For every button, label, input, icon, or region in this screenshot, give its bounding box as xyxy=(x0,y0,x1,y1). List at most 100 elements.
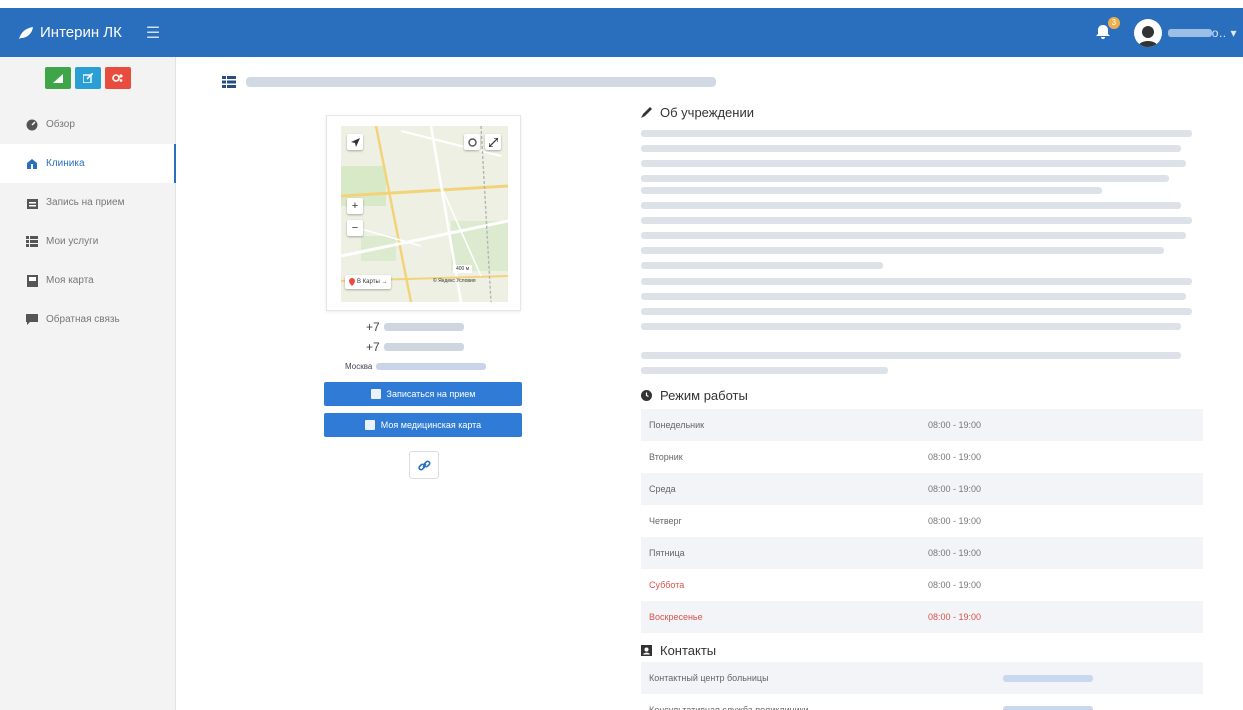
schedule-day: Суббота xyxy=(649,580,685,590)
notifications-badge: 3 xyxy=(1107,16,1120,29)
schedule-table: Понедельник 08:00 - 19:00 Вторник 08:00 - … xyxy=(641,409,1203,633)
open-in-yandex-button[interactable]: В Карты → xyxy=(345,275,392,289)
brand[interactable]: Интерин ЛК ☰ xyxy=(0,8,175,57)
contact-label: Контактный центр больницы xyxy=(649,673,769,683)
settings-button[interactable] xyxy=(104,67,131,89)
sidebar-item-label: Обратная связь xyxy=(46,314,120,325)
about-text-redacted xyxy=(641,130,1203,190)
schedule-time: 08:00 - 19:00 xyxy=(928,612,982,622)
top-navbar: Интерин ЛК ☰ 3 о.. ▾ xyxy=(0,8,1243,57)
zoom-in-label: + xyxy=(351,200,359,212)
about-heading-label: Об учреждении xyxy=(660,105,754,120)
user-menu[interactable]: о.. ▾ xyxy=(1167,25,1237,40)
map-scale: 400 м xyxy=(453,265,473,273)
quick-actions xyxy=(0,67,175,89)
traffic-icon xyxy=(467,137,477,147)
open-in-yandex-label: В Карты → xyxy=(357,279,388,285)
notifications-button[interactable]: 3 xyxy=(1094,16,1120,43)
schedule-day: Среда xyxy=(649,484,676,494)
hospital-icon xyxy=(26,158,38,170)
sidebar-item-clinic[interactable]: Клиника xyxy=(0,144,176,183)
sidebar-item-label: Запись на прием xyxy=(46,197,125,208)
edit-icon xyxy=(82,73,93,83)
sidebar-item-card[interactable]: Моя карта xyxy=(0,261,175,300)
clinic-address[interactable]: Москва xyxy=(345,362,487,371)
schedule-time: 08:00 - 19:00 xyxy=(928,548,982,558)
schedule-heading-label: Режим работы xyxy=(660,388,748,403)
map-attribution[interactable]: © Яндекс Условия xyxy=(433,278,476,284)
contacts-heading: Контакты xyxy=(640,643,716,658)
phone-2-prefix: +7 xyxy=(366,340,380,354)
contact-phone-redacted[interactable] xyxy=(1003,706,1093,710)
link-icon xyxy=(417,459,431,471)
dashboard-icon xyxy=(26,119,38,131)
about-heading: Об учреждении xyxy=(640,105,754,120)
clock-icon xyxy=(640,390,652,402)
geolocation-button[interactable] xyxy=(347,134,363,150)
fullscreen-button[interactable] xyxy=(485,134,501,150)
comment-icon xyxy=(26,314,38,326)
calendar-icon xyxy=(370,389,381,399)
zoom-in-button[interactable]: + xyxy=(347,198,363,214)
contacts-table: Контактный центр больницы Консультативна… xyxy=(641,662,1203,710)
calendar-icon xyxy=(26,197,38,209)
zoom-out-button[interactable]: − xyxy=(347,220,363,236)
table-row: Пятница 08:00 - 19:00 xyxy=(641,537,1203,569)
stats-button[interactable] xyxy=(44,67,71,89)
sidebar: Обзор Клиника Запись на прием Мои услуги… xyxy=(0,57,176,710)
cogs-icon xyxy=(112,74,123,82)
expand-icon xyxy=(488,137,498,147)
schedule-time: 08:00 - 19:00 xyxy=(928,484,982,494)
about-text-redacted-4 xyxy=(641,352,1203,382)
schedule-day: Вторник xyxy=(649,452,683,462)
traffic-button[interactable] xyxy=(464,134,480,150)
sidebar-item-label: Клиника xyxy=(46,158,85,169)
sidebar-item-label: Обзор xyxy=(46,119,75,130)
sidebar-item-services[interactable]: Мои услуги xyxy=(0,222,175,261)
schedule-day: Воскресенье xyxy=(649,612,703,622)
phone-2[interactable]: +7 xyxy=(366,340,464,354)
table-row: Воскресенье 08:00 - 19:00 xyxy=(641,601,1203,633)
card-icon xyxy=(26,274,38,287)
phone-1-prefix: +7 xyxy=(366,320,380,334)
table-row: Вторник 08:00 - 19:00 xyxy=(641,441,1203,473)
sidebar-nav: Обзор Клиника Запись на прием Мои услуги… xyxy=(0,105,176,339)
table-row: Понедельник 08:00 - 19:00 xyxy=(641,409,1203,441)
appointment-button-label: Записаться на прием xyxy=(386,389,476,399)
table-row: Среда 08:00 - 19:00 xyxy=(641,473,1203,505)
address-book-icon xyxy=(640,645,652,657)
appointment-button[interactable]: Записаться на прием xyxy=(324,382,522,406)
contact-phone-redacted[interactable] xyxy=(1003,674,1093,682)
medcard-button[interactable]: Моя медицинская карта xyxy=(324,413,522,437)
medcard-button-label: Моя медицинская карта xyxy=(380,420,482,430)
user-name-suffix: о.. xyxy=(1211,25,1227,40)
sidebar-item-label: Мои услуги xyxy=(46,236,99,247)
contact-label: Консультативная служба поликлиники xyxy=(649,705,809,710)
table-row: Контактный центр больницы xyxy=(641,662,1203,694)
schedule-heading: Режим работы xyxy=(640,388,748,403)
schedule-day: Четверг xyxy=(649,516,682,526)
user-icon xyxy=(1137,25,1158,47)
app-title: Интерин ЛК xyxy=(40,24,122,41)
page-title xyxy=(222,76,716,88)
contacts-heading-label: Контакты xyxy=(660,643,717,658)
sidebar-item-appointment[interactable]: Запись на прием xyxy=(0,183,175,222)
edit-button[interactable] xyxy=(74,67,101,89)
table-row: Консультативная служба поликлиники xyxy=(641,694,1203,710)
clinic-name-redacted xyxy=(246,77,716,87)
list-icon xyxy=(26,236,38,248)
card-icon xyxy=(364,420,375,430)
sidebar-item-overview[interactable]: Обзор xyxy=(0,105,175,144)
sidebar-item-feedback[interactable]: Обратная связь xyxy=(0,300,175,339)
about-text-redacted-3 xyxy=(641,278,1203,338)
phone-1[interactable]: +7 xyxy=(366,320,464,334)
clinic-map[interactable]: + − В Карты → © Яндекс Условия 400 м xyxy=(341,126,508,302)
menu-toggle-icon[interactable]: ☰ xyxy=(146,23,160,43)
share-link-button[interactable] xyxy=(409,451,439,479)
schedule-time: 08:00 - 19:00 xyxy=(928,452,982,462)
table-row: Суббота 08:00 - 19:00 xyxy=(641,569,1203,601)
about-text-redacted-2 xyxy=(641,187,1203,277)
leaf-icon xyxy=(19,26,33,39)
avatar[interactable] xyxy=(1133,18,1162,47)
address-city: Москва xyxy=(345,362,373,371)
